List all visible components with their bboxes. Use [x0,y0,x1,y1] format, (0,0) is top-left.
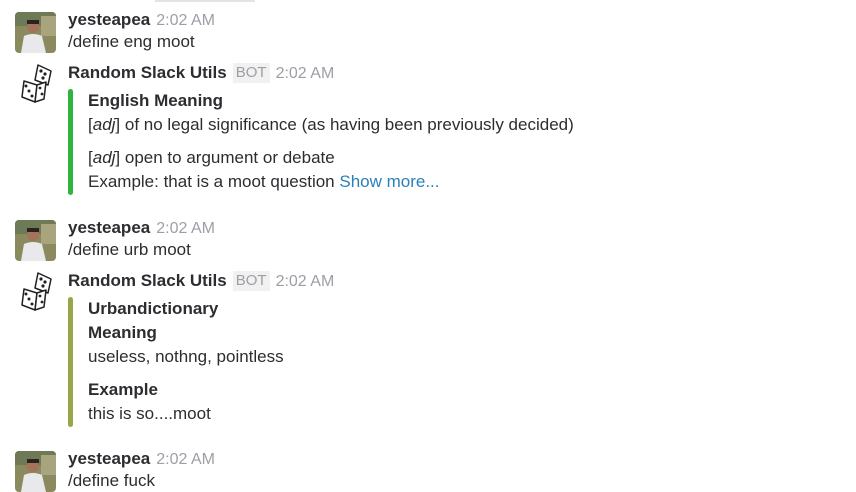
username[interactable]: yesteapea [68,10,150,29]
show-more-link[interactable]: Show more... [339,172,439,191]
definition-text: open to argument or debate [120,148,335,167]
example-label: Example [88,380,158,399]
attachment-subtitle: Meaning [88,323,157,342]
scroll-divider [155,0,255,2]
definition-1: [adj] of no legal significance (as havin… [88,115,574,134]
username[interactable]: yesteapea [68,218,150,237]
attachment-title: English Meaning [88,91,224,110]
user-avatar[interactable] [15,220,56,261]
timestamp[interactable]: 2:02 AM [156,451,215,468]
timestamp[interactable]: 2:02 AM [156,220,215,237]
example-text: Example: that is a moot question [88,172,340,191]
timestamp[interactable]: 2:02 AM [276,273,335,290]
bot-name[interactable]: Random Slack Utils [68,271,227,290]
user-avatar[interactable] [15,451,56,492]
bot-name[interactable]: Random Slack Utils [68,63,227,82]
example-line: Example: that is a moot question Show mo… [88,170,574,194]
message-text: /define urb moot [68,240,191,259]
username[interactable]: yesteapea [68,449,150,468]
definition-2: [adj] open to argument or debate [88,148,335,167]
timestamp[interactable]: 2:02 AM [276,65,335,82]
part-of-speech: adj [92,115,116,134]
meaning-text: useless, nothng, pointless [88,347,284,366]
example-text: this is so....moot [88,404,211,423]
definition-text: of no legal significance (as having been… [120,115,574,134]
dice-icon[interactable] [18,62,58,108]
timestamp[interactable]: 2:02 AM [156,12,215,29]
attachment-color-bar [68,89,73,195]
bot-badge: BOT [232,63,270,83]
attachment-color-bar [68,297,73,427]
message-text: /define eng moot [68,32,195,51]
attachment-title: Urbandictionary [88,299,219,318]
dice-icon[interactable] [18,270,58,316]
bot-badge: BOT [232,271,270,291]
message-text: /define fuck [68,471,155,490]
user-avatar[interactable] [15,12,56,53]
part-of-speech: adj [92,148,116,167]
